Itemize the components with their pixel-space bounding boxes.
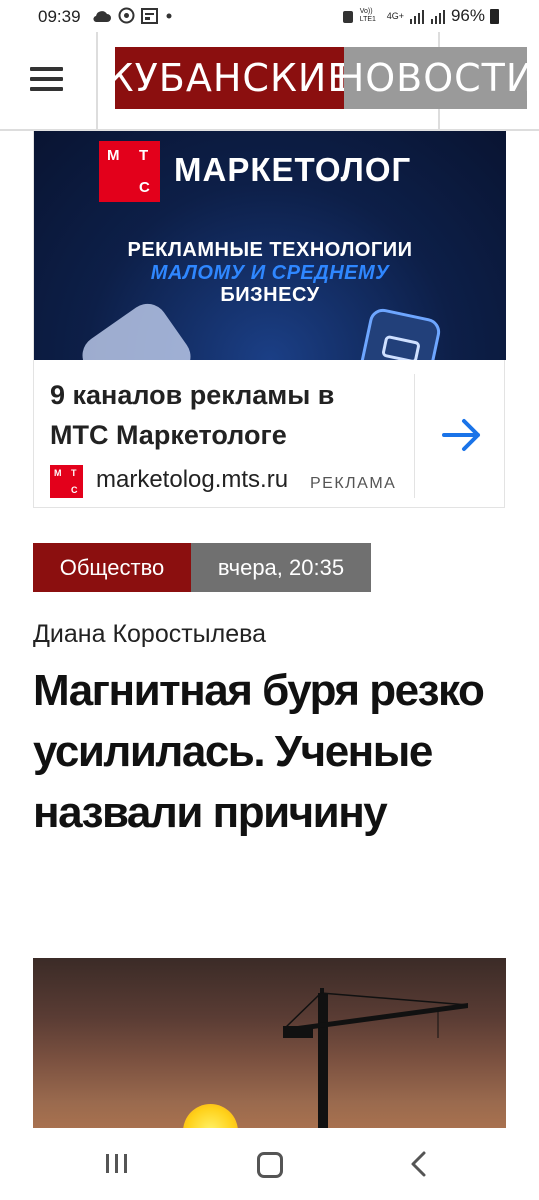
notification-icons [92,7,174,24]
crane-silhouette [283,988,469,1128]
system-navbar [0,1128,539,1200]
battery-percent: 96% [450,6,485,25]
system-icons: Vo)) LTE1 4G+ 96% [341,6,499,26]
battery-icon [490,8,499,24]
recent-apps-icon[interactable] [97,1148,137,1180]
ad-label: РЕКЛАМА [310,475,397,492]
signal-icon-2 [430,9,445,24]
signal-icon [409,9,424,24]
category-tag[interactable]: Общество [33,543,191,592]
dot-icon [166,13,172,18]
home-icon[interactable] [248,1148,288,1180]
header-divider [96,32,98,129]
status-time: 09:39 [38,7,81,26]
site-logo[interactable]: КУБАНСКИЕ НОВОСТИ [107,47,534,109]
alarm-icon [342,11,353,23]
menu-icon[interactable] [30,67,63,91]
banner-line: РЕКЛАМНЫЕ ТЕХНОЛОГИИ [127,239,413,261]
ad-block[interactable]: М Т С МАРКЕТОЛОГ РЕКЛАМНЫЕ ТЕХНОЛОГИИ МА… [33,130,506,509]
article-photo[interactable] [33,958,506,1128]
ad-body[interactable]: 9 каналов рекламы в МТС Маркетологе М Т … [34,360,506,509]
banner-line: БИЗНЕСУ [220,284,320,306]
cloud-icon [93,10,111,22]
volte-label: Vo)) LTE1 [359,8,376,23]
logo-part-red: КУБАНСКИЕ [107,47,351,109]
back-icon[interactable] [400,1148,440,1180]
site-header: КУБАНСКИЕ НОВОСТИ [0,32,539,131]
ad-divider [414,374,415,498]
network-label: 4G+ [386,11,404,21]
banner-line-accent: МАЛОМУ И СРЕДНЕМУ [150,262,390,284]
ad-banner-image[interactable]: М Т С МАРКЕТОЛОГ РЕКЛАМНЫЕ ТЕХНОЛОГИИ МА… [34,131,506,360]
chat-icon [357,306,443,360]
logo-part-gray: НОВОСТИ [336,47,534,109]
publish-time: вчера, 20:35 [191,543,371,592]
mts-favicon-icon: М Т С [50,465,83,498]
banner-title: МАРКЕТОЛОГ [174,151,412,188]
mts-logo: М Т С [99,141,160,202]
article-meta: Общество вчера, 20:35 [33,543,371,592]
article-title: Магнитная буря резко усилилась. Ученые н… [33,666,485,837]
whatsapp-icon [118,7,135,24]
ad-headline[interactable]: 9 каналов рекламы в МТС Маркетологе [50,375,390,455]
ad-domain[interactable]: marketolog.mts.ru [96,466,301,494]
news-icon [141,7,158,24]
arrow-right-icon[interactable] [440,412,486,458]
status-bar: 09:39 Vo)) LTE1 4G+ 96% [0,0,539,32]
article-author[interactable]: Диана Коростылева [33,620,266,649]
